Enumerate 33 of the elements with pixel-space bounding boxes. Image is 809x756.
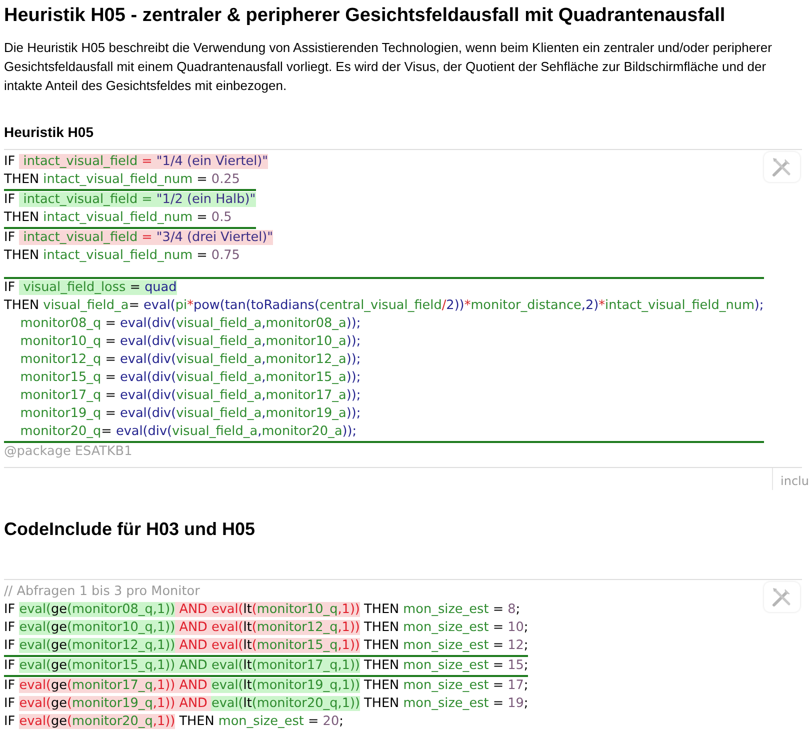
- code-line: THEN intact_visual_field_num = 0.75: [4, 247, 240, 265]
- code-line: monitor10_q = eval(div(visual_field_a,monitor10_a));: [19, 333, 361, 351]
- code-line: IF eval(ge(monitor08_q,1)) AND eval(lt(monitor10_q,1)) THEN mon_size_est = 8;: [4, 601, 520, 619]
- code-line: monitor20_q= eval(div(visual_field_a,monitor20_a));: [19, 423, 357, 441]
- description-text: Die Heuristik H05 beschreibt die Verwendung von Assistierenden Technologien, wenn beim Klienten ein zentraler und/oder peripherer Gesichtsfeldausfall mit einem Quadrantenausfall vorliegt. Es wird der Visus, der Quotient der Sehfläche zur Bildschirmfläche und der intakte Anteil des Gesichtsfeldes mit einbezogen.: [4, 39, 773, 95]
- code-line: monitor15_q = eval(div(visual_field_a,monitor15_a));: [19, 369, 361, 387]
- code-line: IF intact_visual_field = "3/4 (drei Viertel)": [4, 229, 274, 247]
- section-heading: CodeInclude für H03 und H05: [4, 518, 256, 541]
- code-line: monitor12_q = eval(div(visual_field_a,monitor12_a));: [19, 351, 361, 369]
- code-line: monitor08_q = eval(div(visual_field_a,monitor08_a));: [19, 315, 361, 333]
- code-line: IF intact_visual_field = "1/4 (ein Viertel)": [4, 153, 268, 171]
- code-line: IF eval(ge(monitor19_q,1)) AND eval(lt(monitor20_q,1)) THEN mon_size_est = 19;: [4, 695, 528, 713]
- code-line: IF eval(ge(monitor20_q,1)) THEN mon_size_est = 20;: [4, 713, 344, 731]
- code-line: IF visual_field_loss = quad: [4, 279, 177, 297]
- code-line: monitor19_q = eval(div(visual_field_a,monitor19_a));: [19, 405, 361, 423]
- code-line: IF eval(ge(monitor17_q,1)) AND eval(lt(monitor19_q,1)) THEN mon_size_est = 17;: [4, 677, 528, 695]
- package-label: @package ESATKB1: [4, 443, 134, 461]
- tools-button[interactable]: [764, 152, 800, 182]
- code-line: monitor17_q = eval(div(visual_field_a,monitor17_a));: [19, 387, 361, 405]
- code-line: IF eval(ge(monitor10_q,1)) AND eval(lt(monitor12_q,1)) THEN mon_size_est = 10;: [4, 619, 528, 637]
- include-tab[interactable]: inclu: [772, 468, 809, 490]
- tools-icon: [771, 586, 793, 608]
- tools-button[interactable]: [764, 582, 800, 612]
- code-line: THEN intact_visual_field_num = 0.25: [4, 171, 240, 189]
- code-line: IF eval(ge(monitor15_q,1)) AND eval(lt(monitor17_q,1)) THEN mon_size_est = 15;: [4, 657, 528, 675]
- page-title: Heuristik H05 - zentraler & peripherer Gesichtsfeldausfall mit Quadrantenausfall: [4, 4, 726, 28]
- code-line: THEN intact_visual_field_num = 0.5: [4, 209, 232, 227]
- code-line: // Abfragen 1 bis 3 pro Monitor: [4, 583, 200, 601]
- section-heading: Heuristik H05: [4, 123, 94, 142]
- code-line: THEN visual_field_a= eval(pi*pow(tan(toRadians(central_visual_field/2))*monitor_distance,2)*intact_visual_field_num);: [4, 297, 764, 315]
- code-line: IF eval(ge(monitor12_q,1)) AND eval(lt(monitor15_q,1)) THEN mon_size_est = 12;: [4, 637, 528, 655]
- tools-icon: [771, 156, 793, 178]
- code-line: IF intact_visual_field = "1/2 (ein Halb)": [4, 191, 256, 209]
